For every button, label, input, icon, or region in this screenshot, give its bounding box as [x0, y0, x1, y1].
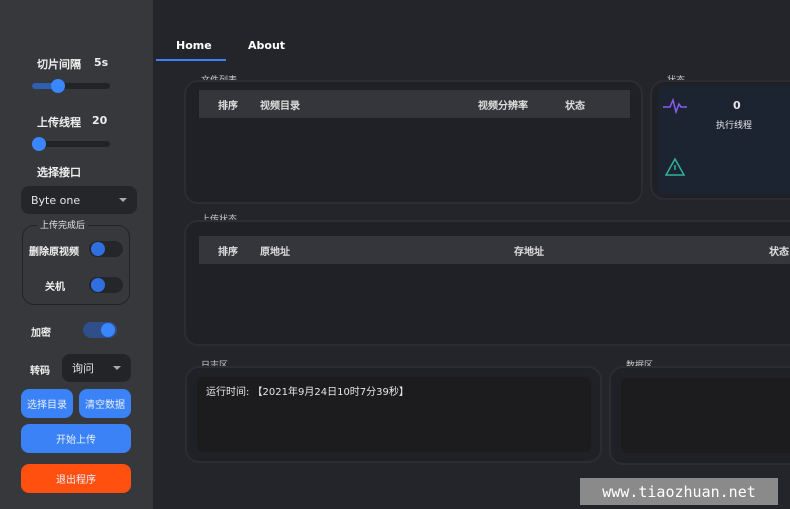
- log-panel: 运行时间: 【2021年9月24日10时7分39秒】: [185, 366, 602, 463]
- clear-data-button[interactable]: 清空数据: [79, 389, 131, 418]
- column-header[interactable]: 排序: [218, 243, 238, 258]
- file-list-header: 排序 视频目录 视频分辨率 状态: [199, 90, 630, 118]
- status-card: 0 执行线程: [658, 86, 790, 194]
- column-header[interactable]: 存地址: [514, 243, 544, 258]
- transcode-select[interactable]: 询问: [62, 354, 131, 382]
- warning-icon: [665, 157, 685, 176]
- active-tab-indicator: [156, 59, 226, 61]
- tab-about[interactable]: About: [248, 39, 285, 52]
- threads-value: 0: [733, 99, 741, 112]
- slice-interval-slider[interactable]: [32, 79, 110, 93]
- slice-interval-label: 切片间隔: [37, 58, 81, 71]
- upload-status-panel: 排序 原地址 存地址 状态: [184, 220, 790, 346]
- select-directory-button[interactable]: 选择目录: [21, 389, 73, 418]
- shutdown-toggle[interactable]: [89, 277, 123, 293]
- data-area-panel: [609, 366, 790, 465]
- upload-threads-value: 20: [92, 114, 108, 127]
- tab-home[interactable]: Home: [176, 39, 212, 52]
- column-header[interactable]: 状态: [769, 243, 789, 258]
- after-upload-group: [22, 225, 130, 305]
- column-header[interactable]: 排序: [218, 97, 238, 112]
- encrypt-toggle[interactable]: [83, 322, 117, 338]
- data-area-textarea[interactable]: [621, 378, 790, 453]
- file-list-panel: 排序 视频目录 视频分辨率 状态: [184, 80, 643, 204]
- threads-label: 执行线程: [716, 121, 753, 131]
- log-textarea[interactable]: 运行时间: 【2021年9月24日10时7分39秒】: [197, 377, 591, 452]
- column-header[interactable]: 原地址: [260, 243, 290, 258]
- interface-select[interactable]: Byte one: [21, 186, 137, 214]
- log-text: 运行时间: 【2021年9月24日10时7分39秒】: [206, 387, 409, 398]
- slice-interval-value: 5s: [94, 56, 109, 69]
- pulse-icon: [663, 98, 687, 114]
- sidebar: 切片间隔 5s 上传线程 20 选择接口 Byte one 上传完成后 删除原视…: [0, 0, 153, 509]
- column-header[interactable]: 视频分辨率: [478, 97, 528, 112]
- upload-threads-label: 上传线程: [37, 116, 81, 129]
- delete-source-label: 删除原视频: [29, 247, 79, 258]
- column-header[interactable]: 视频目录: [260, 97, 300, 112]
- chevron-down-icon: [119, 198, 127, 202]
- interface-label: 选择接口: [37, 166, 81, 179]
- watermark: www.tiaozhuan.net: [580, 478, 778, 505]
- chevron-down-icon: [113, 366, 121, 370]
- after-upload-group-title: 上传完成后: [37, 218, 89, 231]
- shutdown-label: 关机: [45, 282, 65, 293]
- transcode-value: 询问: [72, 362, 94, 375]
- column-header[interactable]: 状态: [565, 97, 585, 112]
- interface-value: Byte one: [31, 193, 81, 207]
- exit-button[interactable]: 退出程序: [21, 464, 131, 493]
- encrypt-label: 加密: [31, 328, 51, 339]
- transcode-label: 转码: [30, 366, 50, 377]
- delete-source-toggle[interactable]: [89, 241, 123, 257]
- upload-status-header: 排序 原地址 存地址 状态: [199, 236, 790, 264]
- upload-threads-slider[interactable]: [31, 137, 110, 151]
- status-panel: 0 执行线程: [650, 80, 790, 200]
- start-upload-button[interactable]: 开始上传: [21, 424, 131, 453]
